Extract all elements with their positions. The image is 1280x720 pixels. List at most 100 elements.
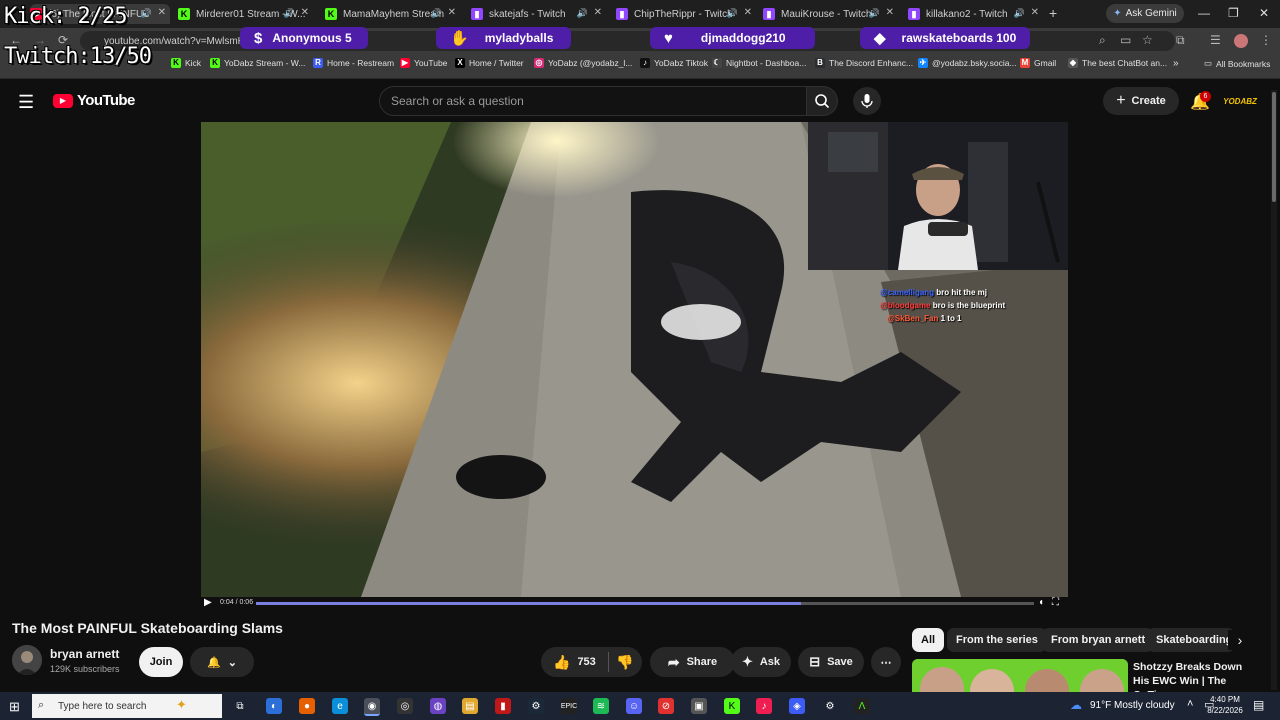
chrome-icon[interactable]: ◉ — [364, 698, 380, 716]
zoom-icon[interactable]: ⌕ — [1099, 33, 1106, 48]
subscribed-bell-button[interactable]: 🔔 ⌄ — [190, 647, 254, 677]
profile-avatar[interactable] — [1234, 34, 1248, 48]
bookmark-star-icon[interactable]: ☆ — [1142, 33, 1153, 47]
epic-games-icon[interactable]: EPIC — [561, 698, 577, 714]
tab-killakano2[interactable]: ▮ killakano2 - Twitch 🔊 ✕ — [908, 4, 1043, 24]
channel-avatar[interactable] — [12, 645, 42, 675]
bookmark-bluesky[interactable]: ✈ @yodabz.bsky.socia... — [918, 58, 1017, 68]
extensions-icon[interactable]: ⧉ — [1176, 33, 1185, 48]
app-icon-purple[interactable]: ◍ — [430, 698, 446, 714]
cast-icon[interactable]: ▭ — [1120, 33, 1131, 47]
restore-icon[interactable]: ❐ — [1228, 6, 1239, 20]
voice-search-button[interactable] — [853, 87, 881, 115]
tab-mirderer01[interactable]: K Mirderer01 Stream - W... 🔊 ✕ — [178, 4, 313, 24]
spotify-icon[interactable]: ≋ — [593, 698, 609, 714]
app-icon-blue[interactable]: ◈ — [789, 698, 805, 714]
hamburger-menu-icon[interactable]: ☰ — [18, 92, 34, 113]
app-icon-gray[interactable]: ▣ — [691, 698, 707, 714]
play-icon[interactable]: ▶ — [204, 597, 212, 608]
clock[interactable]: 4:40 PM 8/22/2026 — [1205, 694, 1245, 716]
chip-from-series[interactable]: From the series — [947, 628, 1047, 652]
chip-all[interactable]: All — [912, 628, 945, 652]
more-bookmarks-icon[interactable]: » — [1173, 58, 1179, 69]
file-explorer-icon[interactable]: ▤ — [462, 698, 478, 714]
app-icon-red[interactable]: ▮ — [495, 698, 511, 714]
close-tab-icon[interactable]: ✕ — [594, 7, 602, 18]
bookmark-chatbot[interactable]: ◆ The best ChatBot an... — [1068, 58, 1167, 68]
minimize-icon[interactable]: — — [1198, 6, 1210, 20]
join-button[interactable]: Join — [139, 647, 183, 677]
obs-icon[interactable]: ◎ — [397, 698, 413, 714]
new-tab-icon[interactable]: + — [1049, 5, 1057, 21]
account-avatar[interactable]: YODABZ — [1223, 90, 1257, 112]
bookmark-kick[interactable]: K Kick — [171, 58, 201, 68]
kick-app-icon[interactable]: K — [724, 698, 740, 714]
fullscreen-icon[interactable]: ⛶ — [1052, 597, 1059, 608]
volume-icon[interactable]: ◖ — [1038, 597, 1044, 608]
speaker-icon[interactable]: 🔊 — [431, 8, 442, 19]
chip-skateboarding[interactable]: Skateboarding — [1147, 628, 1235, 652]
bookmark-yodabz-stream[interactable]: K YoDabz Stream - W... — [210, 58, 305, 68]
tiktok-app-icon[interactable]: ♪ — [756, 698, 772, 714]
settings-gear-icon[interactable]: ⚙ — [822, 698, 838, 714]
bookmark-gmail[interactable]: M Gmail — [1020, 58, 1056, 68]
close-tab-icon[interactable]: ✕ — [744, 7, 752, 18]
close-tab-icon[interactable]: ✕ — [158, 7, 166, 18]
chip-from-channel[interactable]: From bryan arnett — [1042, 628, 1155, 652]
speaker-icon[interactable]: 🔊 — [577, 8, 588, 19]
progress-bar[interactable] — [256, 602, 1034, 605]
bookmark-restream[interactable]: R Home - Restream — [313, 58, 394, 68]
thumbs-down-icon[interactable]: 👎 — [616, 654, 633, 671]
more-actions-button[interactable]: ⋯ — [871, 647, 901, 677]
recommended-video-title[interactable]: Shotzzy Breaks Down His EWC Win | The Op… — [1133, 660, 1258, 692]
reading-list-icon[interactable]: ☰ — [1210, 33, 1221, 47]
edge-icon[interactable]: e — [332, 698, 348, 714]
search-button[interactable] — [806, 86, 838, 116]
bookmark-tiktok[interactable]: ♪ YoDabz Tiktok — [640, 58, 708, 68]
windows-start-icon[interactable]: ⊞ — [9, 699, 20, 715]
copilot-icon[interactable]: ◐ — [266, 698, 282, 714]
close-tab-icon[interactable]: ✕ — [886, 7, 894, 18]
discord-icon[interactable]: ☺ — [626, 698, 642, 714]
tab-chiptherippr[interactable]: ▮ ChipTheRippr - Twitch 🔊 ✕ — [616, 4, 756, 24]
steam-icon[interactable]: ⚙ — [528, 698, 544, 714]
tab-mamamayhem[interactable]: K MamaMayhem Stream 🔊 ✕ — [325, 4, 460, 24]
save-button[interactable]: ⊟ Save — [798, 647, 864, 677]
app-icon-circle-red[interactable]: ⊘ — [658, 698, 674, 714]
bookmark-nightbot[interactable]: ☾ Nightbot - Dashboa... — [712, 58, 806, 68]
speaker-icon[interactable]: 🔊 — [141, 8, 152, 19]
close-tab-icon[interactable]: ✕ — [1031, 7, 1039, 18]
all-bookmarks-button[interactable]: ▭ All Bookmarks — [1204, 58, 1270, 69]
speaker-icon[interactable]: 🔊 — [284, 8, 295, 19]
tab-mauikrouse[interactable]: ▮ MauiKrouse - Twitch 🔊 ✕ — [763, 4, 898, 24]
close-tab-icon[interactable]: ✕ — [448, 7, 456, 18]
speaker-icon[interactable]: 🔊 — [869, 8, 880, 19]
menu-dots-icon[interactable]: ⋮ — [1260, 33, 1272, 47]
tray-chevron-icon[interactable]: ˄ — [1187, 698, 1193, 710]
app-icon-green-a[interactable]: Λ — [854, 698, 870, 714]
tab-skatejafs[interactable]: ▮ skatejafs - Twitch 🔊 ✕ — [471, 4, 606, 24]
ask-gemini-button[interactable]: ✦ Ask Gemini — [1106, 4, 1184, 23]
channel-name[interactable]: bryan arnett — [50, 647, 119, 661]
taskbar-search-input[interactable]: Type here to search — [32, 694, 222, 718]
search-input[interactable]: Search or ask a question — [379, 86, 807, 116]
bookmark-instagram[interactable]: ◎ YoDabz (@yodabz_l... — [534, 58, 632, 68]
speaker-icon[interactable]: 🔊 — [1014, 8, 1025, 19]
speaker-icon[interactable]: 🔊 — [727, 8, 738, 19]
share-button[interactable]: ➦ Share — [650, 647, 735, 677]
notification-center-icon[interactable]: ▤ — [1253, 698, 1264, 712]
weather-text[interactable]: 91°F Mostly cloudy — [1090, 700, 1175, 711]
close-window-icon[interactable]: ✕ — [1259, 6, 1269, 20]
chevron-right-icon[interactable]: › — [1228, 630, 1252, 650]
recommended-video-thumbnail[interactable] — [912, 659, 1128, 692]
bookmark-discord-enhancer[interactable]: B The Discord Enhanc... — [815, 58, 913, 68]
create-button[interactable]: + Create — [1103, 87, 1179, 115]
ask-button[interactable]: ✦ Ask — [731, 647, 791, 677]
bookmark-youtube[interactable]: ▶ YouTube — [400, 58, 447, 68]
close-tab-icon[interactable]: ✕ — [301, 7, 309, 18]
youtube-logo[interactable]: ▶ YouTube — [53, 92, 135, 109]
task-view-icon[interactable]: ⧉ — [232, 698, 248, 714]
bookmark-twitter[interactable]: X Home / Twitter — [455, 58, 524, 68]
page-scrollbar-thumb[interactable] — [1272, 92, 1276, 202]
firefox-icon[interactable]: ● — [299, 698, 315, 714]
